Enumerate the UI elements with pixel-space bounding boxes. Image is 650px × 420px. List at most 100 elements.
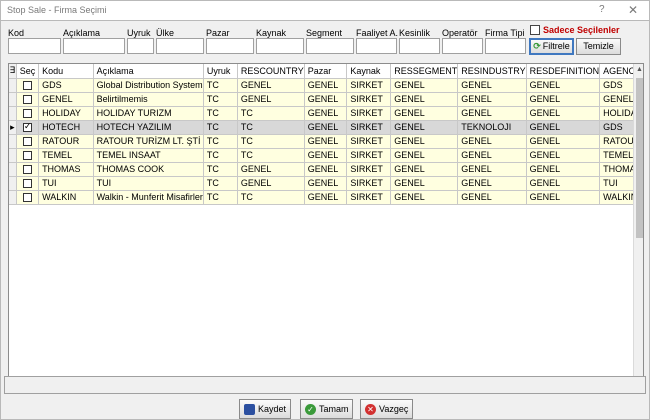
filter-label-kod: Kod (8, 28, 25, 38)
table-row[interactable]: TEMEL TEMEL INSAAT TC TC GENEL SIRKET GENEL GEN… (9, 148, 643, 163)
filter-input-firma-tipi[interactable] (485, 38, 526, 54)
window-title: Stop Sale - Firma Seçimi (7, 5, 107, 15)
company-table: ∃ Seç Kodu Açıklama Uyruk RESCOUNTRY Paz… (9, 64, 643, 205)
table-cell: TC (237, 134, 305, 149)
filter-label-ulke: Ülke (156, 28, 175, 38)
column-header[interactable]: Kaynak (346, 64, 392, 79)
column-header[interactable]: Pazar (304, 64, 348, 79)
filter-button[interactable]: ⟳ Filtrele (529, 38, 574, 55)
table-cell: TEKNOLOJI (457, 120, 527, 135)
refresh-icon: ⟳ (533, 41, 541, 51)
table-cell: THOMAS COOK (93, 162, 204, 177)
table-cell: GENEL (304, 162, 348, 177)
filter-input-pazar[interactable] (206, 38, 254, 54)
table-row[interactable]: RATOUR RATOUR TURİZM LT. ŞTİ TC TC GENEL SIRK… (9, 134, 643, 149)
filter-input-uyruk[interactable] (127, 38, 154, 54)
select-cell (16, 162, 40, 177)
column-header[interactable]: Açıklama (93, 64, 204, 79)
table-cell: TEMEL (38, 148, 94, 163)
table-row[interactable]: ▸HOTECHHOTECH YAZILIMTCTCGENELSIRKETGENE… (9, 120, 643, 135)
filter-input-kesinlik[interactable] (399, 38, 440, 54)
column-header[interactable]: RESSEGMENT (390, 64, 459, 79)
company-grid[interactable]: ∃ Seç Kodu Açıklama Uyruk RESCOUNTRY Paz… (8, 63, 644, 389)
table-cell: GENEL (526, 162, 601, 177)
row-select-checkbox[interactable] (22, 137, 32, 147)
only-selected-checkbox[interactable] (530, 25, 540, 35)
table-cell: GDS (38, 78, 94, 93)
row-indicator (9, 92, 17, 107)
table-cell: SIRKET (346, 162, 392, 177)
table-cell: GENEL (304, 92, 348, 107)
filter-input-ulke[interactable] (156, 38, 204, 54)
table-cell: TC (237, 190, 305, 205)
table-cell: TUI (38, 176, 94, 191)
column-header[interactable]: Seç (16, 64, 40, 79)
table-cell: TC (203, 190, 238, 205)
help-button[interactable]: ? (599, 4, 605, 15)
table-row[interactable]: GENEL Belirtilmemis TC GENEL GENEL SIRKET GENE… (9, 92, 643, 107)
table-cell: GENEL (390, 134, 459, 149)
table-cell: GENEL (390, 106, 459, 121)
close-button[interactable]: ✕ (628, 3, 638, 17)
table-cell: GENEL (526, 190, 601, 205)
clear-button[interactable]: Temizle (576, 38, 621, 55)
filter-label-kaynak: Kaynak (256, 28, 287, 38)
ok-button[interactable]: ✓ Tamam (300, 399, 353, 419)
table-cell: TC (203, 120, 238, 135)
row-select-checkbox[interactable] (22, 81, 32, 91)
row-select-checkbox[interactable] (22, 109, 32, 119)
table-cell: TC (203, 134, 238, 149)
save-button[interactable]: Kaydet (239, 399, 291, 419)
table-cell: HOTECH YAZILIM (93, 120, 204, 135)
table-row[interactable]: THOMAS THOMAS COOK TC GENEL GENEL SIRKET GENEL… (9, 162, 643, 177)
cancel-button[interactable]: ✕ Vazgeç (360, 399, 413, 419)
table-cell: SIRKET (346, 106, 392, 121)
column-header[interactable]: RESDEFINITION (526, 64, 601, 79)
table-cell: GENEL (304, 134, 348, 149)
table-cell: GENEL (457, 92, 527, 107)
table-row[interactable]: TUI TUI TC GENEL GENEL SIRKET GENEL GENEL GENEL T… (9, 176, 643, 191)
scroll-up-icon[interactable]: ▲ (636, 66, 643, 73)
row-select-checkbox[interactable] (22, 121, 32, 133)
filter-input-segment[interactable] (306, 38, 354, 54)
filter-input-kaynak[interactable] (256, 38, 304, 54)
filter-input-aciklama[interactable] (63, 38, 125, 54)
table-cell: GENEL (304, 106, 348, 121)
filter-label-kesinlik: Kesinlik (399, 28, 431, 38)
table-cell: WALKIN (38, 190, 94, 205)
table-cell: Walkin - Munferit Misafirler (93, 190, 204, 205)
row-indicator (9, 190, 17, 205)
table-cell: GENEL (457, 162, 527, 177)
table-cell: GENEL (304, 78, 348, 93)
filter-label-pazar: Pazar (206, 28, 230, 38)
column-header[interactable]: Kodu (38, 64, 94, 79)
table-cell: TC (203, 176, 238, 191)
row-select-checkbox[interactable] (22, 151, 32, 161)
scrollbar-thumb[interactable] (636, 78, 643, 238)
table-cell: GENEL (526, 92, 601, 107)
table-row[interactable]: HOLIDAY HOLIDAY TURIZM TC TC GENEL SIRKET GENE… (9, 106, 643, 121)
select-cell (16, 148, 40, 163)
column-header[interactable]: RESCOUNTRY (237, 64, 305, 79)
filter-input-kod[interactable] (8, 38, 61, 54)
filter-input-faaliyet[interactable] (356, 38, 397, 54)
status-bar (4, 376, 646, 394)
column-header[interactable]: Uyruk (203, 64, 238, 79)
table-cell: GENEL (390, 120, 459, 135)
table-cell: SIRKET (346, 120, 392, 135)
row-select-checkbox[interactable] (22, 193, 32, 203)
vertical-scrollbar[interactable]: ▲ ▼ (633, 64, 643, 388)
table-cell: Global Distribution System (93, 78, 204, 93)
row-select-checkbox[interactable] (22, 165, 32, 175)
table-cell: HOLIDAY (38, 106, 94, 121)
column-header[interactable]: RESINDUSTRY (457, 64, 527, 79)
table-cell: TC (203, 92, 238, 107)
row-select-checkbox[interactable] (22, 95, 32, 105)
table-cell: SIRKET (346, 190, 392, 205)
table-cell: GENEL (390, 148, 459, 163)
table-row[interactable]: GDS Global Distribution System TC GENEL GENE… (9, 78, 643, 93)
table-row[interactable]: WALKIN Walkin - Munferit Misafirler TC TC GE… (9, 190, 643, 205)
row-select-checkbox[interactable] (22, 179, 32, 189)
filter-label-segment: Segment (306, 28, 343, 38)
filter-input-operator[interactable] (442, 38, 483, 54)
